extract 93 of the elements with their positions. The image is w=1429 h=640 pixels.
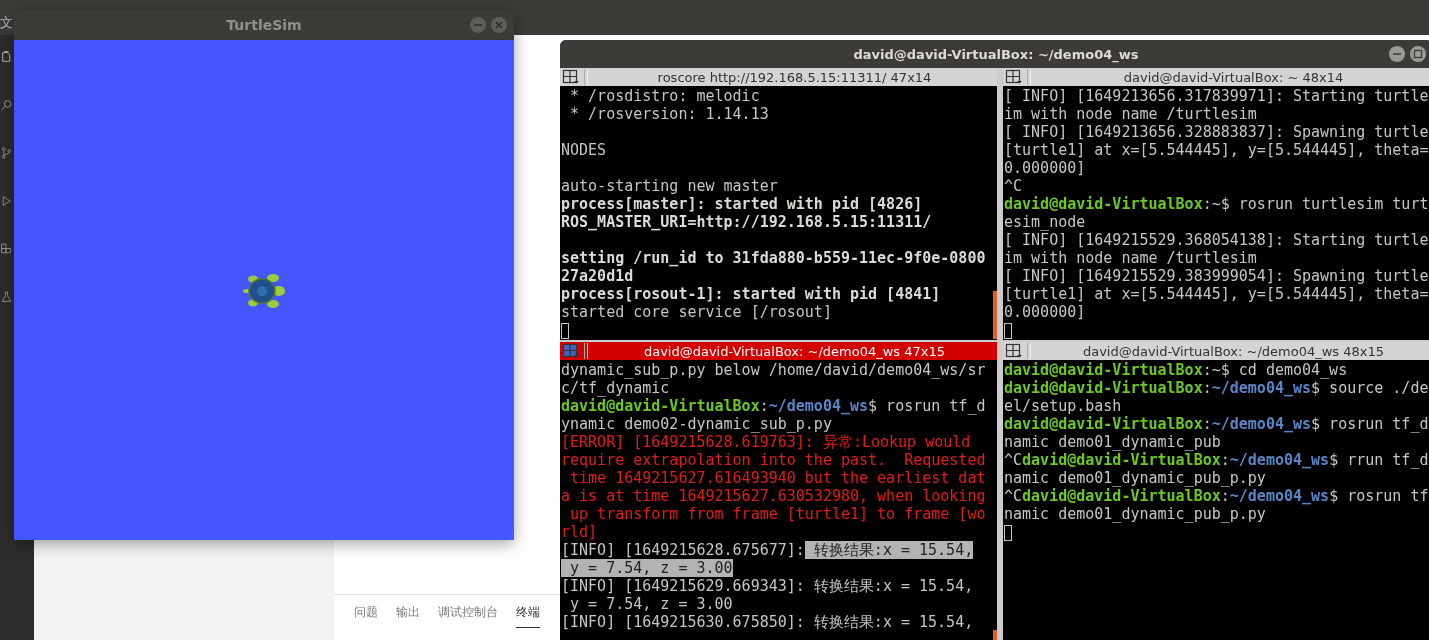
terminal-text: [turtle1] at x=[5.544445], y=[5.544445], theta= <box>1004 141 1429 159</box>
prompt-path: ~/demo04_ws <box>768 397 869 415</box>
terminal-text: started core service [/rosout] <box>561 303 832 321</box>
terminal-text: $ rosrun tf_d <box>868 397 986 415</box>
split-menu-icon[interactable] <box>1005 343 1023 359</box>
pane-titlebar[interactable]: david@david-VirtualBox: ~/demo04_ws 48x15 <box>1003 342 1429 360</box>
prompt-user: david@david-VirtualBox <box>1004 379 1203 397</box>
prompt-user: david@david-VirtualBox <box>1004 195 1203 213</box>
terminal-text: y = 7.54, z = 3.00 <box>569 595 733 613</box>
error-text: a is at time 1649215627.630532980, when looking <box>561 487 986 505</box>
panel-tab[interactable]: 终端 <box>516 601 540 628</box>
terminal-text: process[master]: started with pid [4826] <box>561 195 923 213</box>
terminal-text: * /rosdistro: melodic <box>569 87 760 105</box>
terminal-text: ^C <box>1004 177 1023 195</box>
pane-titlebar[interactable]: roscore http://192.168.5.15:11311/ 47x14 <box>560 68 997 86</box>
terminal-text: : <box>1202 415 1212 433</box>
terminal-text: $ rosrun tf_d <box>1311 415 1429 433</box>
terminal-text: : <box>1220 487 1230 505</box>
panel-tab[interactable]: 问题 <box>354 601 378 628</box>
prompt-path: ~/demo04_ws <box>1211 415 1312 433</box>
text-cursor <box>1004 322 1012 339</box>
terminal-text: auto-starting new master <box>561 177 778 195</box>
terminal-text: 0.000000] <box>1004 159 1086 177</box>
terminal-text: [ INFO] [1649215529.368054138]: Starting turtle <box>1004 231 1429 249</box>
split-menu-icon[interactable] <box>562 69 580 85</box>
terminal-text: * /rosversion: 1.14.13 <box>569 105 769 123</box>
terminal-text: [ INFO] [1649213656.328883837]: Spawning turtle <box>1004 123 1429 141</box>
terminal-text: [INFO] [1649215628.675677]: <box>561 541 805 559</box>
terminal-text: im with node name /turtlesim <box>1004 249 1257 267</box>
terminal-text: : <box>759 397 769 415</box>
error-text: up transform from frame [turtle1] to frame [wo <box>569 505 986 523</box>
terminal-text: :~$ rosrun turtlesim turt <box>1202 195 1429 213</box>
error-text: time 1649215627.616493940 but the earliest dat <box>569 469 986 487</box>
prompt-user: david@david-VirtualBox <box>1022 451 1221 469</box>
panel-tab[interactable]: 调试控制台 <box>438 601 498 628</box>
terminal-text: : <box>1202 379 1212 397</box>
pane-title: david@david-VirtualBox: ~/demo04_ws 48x15 <box>1081 343 1386 359</box>
error-text: require extrapolation into the past. Requested <box>561 451 986 469</box>
minimize-icon[interactable] <box>1388 45 1406 63</box>
terminal-text: namic demo01_dynamic_pub_p.py <box>1004 505 1266 523</box>
terminal-text: NODES <box>561 141 607 159</box>
terminal-text: process[rosout-1]: started with pid [4841] <box>561 285 941 303</box>
terminal-text: $ rosrun tf <box>1329 487 1429 505</box>
pane-titlebar[interactable]: david@david-VirtualBox: ~ 48x14 <box>1003 68 1429 86</box>
pane-title: roscore http://192.168.5.15:11311/ 47x14 <box>656 69 933 85</box>
selected-text: 转换结果:x = 15.54, <box>804 541 974 559</box>
terminal-text: c/tf_dynamic <box>561 379 670 397</box>
terminal-text: [ INFO] [1649215529.383999054]: Spawning turtle <box>1004 267 1429 285</box>
terminal-text: [INFO] [1649215630.675850]: 转换结果:x = 15.54, <box>561 613 974 631</box>
panel-tab[interactable]: 输出 <box>396 601 420 628</box>
pane-title: david@david-VirtualBox: ~/demo04_ws 47x15 <box>642 343 947 359</box>
close-icon[interactable] <box>490 16 508 34</box>
prompt-path: ~/demo04_ws <box>1211 379 1312 397</box>
error-text: rld] <box>561 523 598 541</box>
terminal-text: 27a20d1d <box>561 267 634 285</box>
terminal-text: $ source ./de <box>1311 379 1429 397</box>
terminal-text: : <box>1220 451 1230 469</box>
selected-text: y = 7.54, z = 3.00 <box>561 559 733 577</box>
terminal-text: [turtle1] at x=[5.544445], y=[5.544445], theta= <box>1004 285 1429 303</box>
terminal-text: namic demo01_dynamic_pub_p.py <box>1004 469 1266 487</box>
terminal-text: ^C <box>1004 487 1023 505</box>
terminal-text: ^C <box>1004 451 1023 469</box>
terminal-text: :~$ cd demo04_ws <box>1202 361 1348 379</box>
turtle-icon <box>243 271 287 311</box>
menu-label[interactable]: 文 <box>0 13 13 32</box>
terminal-text: 0.000000] <box>1004 303 1086 321</box>
prompt-path: ~/demo04_ws <box>1229 487 1330 505</box>
prompt-user: david@david-VirtualBox <box>1022 487 1221 505</box>
terminal-text: setting /run_id to 31fda880-b559-11ec-9f0e-0800 <box>561 249 986 267</box>
scrollbar[interactable] <box>993 630 997 640</box>
pane-title: david@david-VirtualBox: ~ 48x14 <box>1122 69 1345 85</box>
terminal-text: $ rrun tf_d <box>1329 451 1429 469</box>
split-menu-icon[interactable] <box>1005 69 1023 85</box>
window-title: TurtleSim <box>226 17 302 33</box>
prompt-user: david@david-VirtualBox <box>1004 415 1203 433</box>
terminal-text: dynamic_sub_p.py below /home/david/demo04_ws/sr <box>561 361 986 379</box>
terminal-text: [INFO] [1649215629.669343]: 转换结果:x = 15.54, <box>561 577 974 595</box>
terminal-text: ROS_MASTER_URI=http://192.168.5.15:11311/ <box>561 213 932 231</box>
terminal-text: esim_node <box>1004 213 1086 231</box>
prompt-path: ~/demo04_ws <box>1229 451 1330 469</box>
terminal-text: el/setup.bash <box>1004 397 1122 415</box>
terminal-text: ynamic demo02-dynamic_sub_p.py <box>561 415 832 433</box>
terminal-text: [ INFO] [1649213656.317839971]: Starting turtle <box>1004 87 1429 105</box>
error-text: [ERROR] [1649215628.619763]: 异常:Lookup would <box>561 433 971 451</box>
prompt-user: david@david-VirtualBox <box>561 397 760 415</box>
text-cursor <box>1004 524 1012 541</box>
pane-titlebar[interactable]: david@david-VirtualBox: ~/demo04_ws 47x15 <box>560 342 997 360</box>
prompt-user: david@david-VirtualBox <box>1004 361 1203 379</box>
scrollbar[interactable] <box>993 291 997 339</box>
terminal-text: namic demo01_dynamic_pub <box>1004 433 1221 451</box>
terminal-text: im with node name /turtlesim <box>1004 105 1257 123</box>
maximize-icon[interactable] <box>1409 45 1427 63</box>
window-title: david@david-VirtualBox: ~/demo04_ws <box>853 46 1139 62</box>
